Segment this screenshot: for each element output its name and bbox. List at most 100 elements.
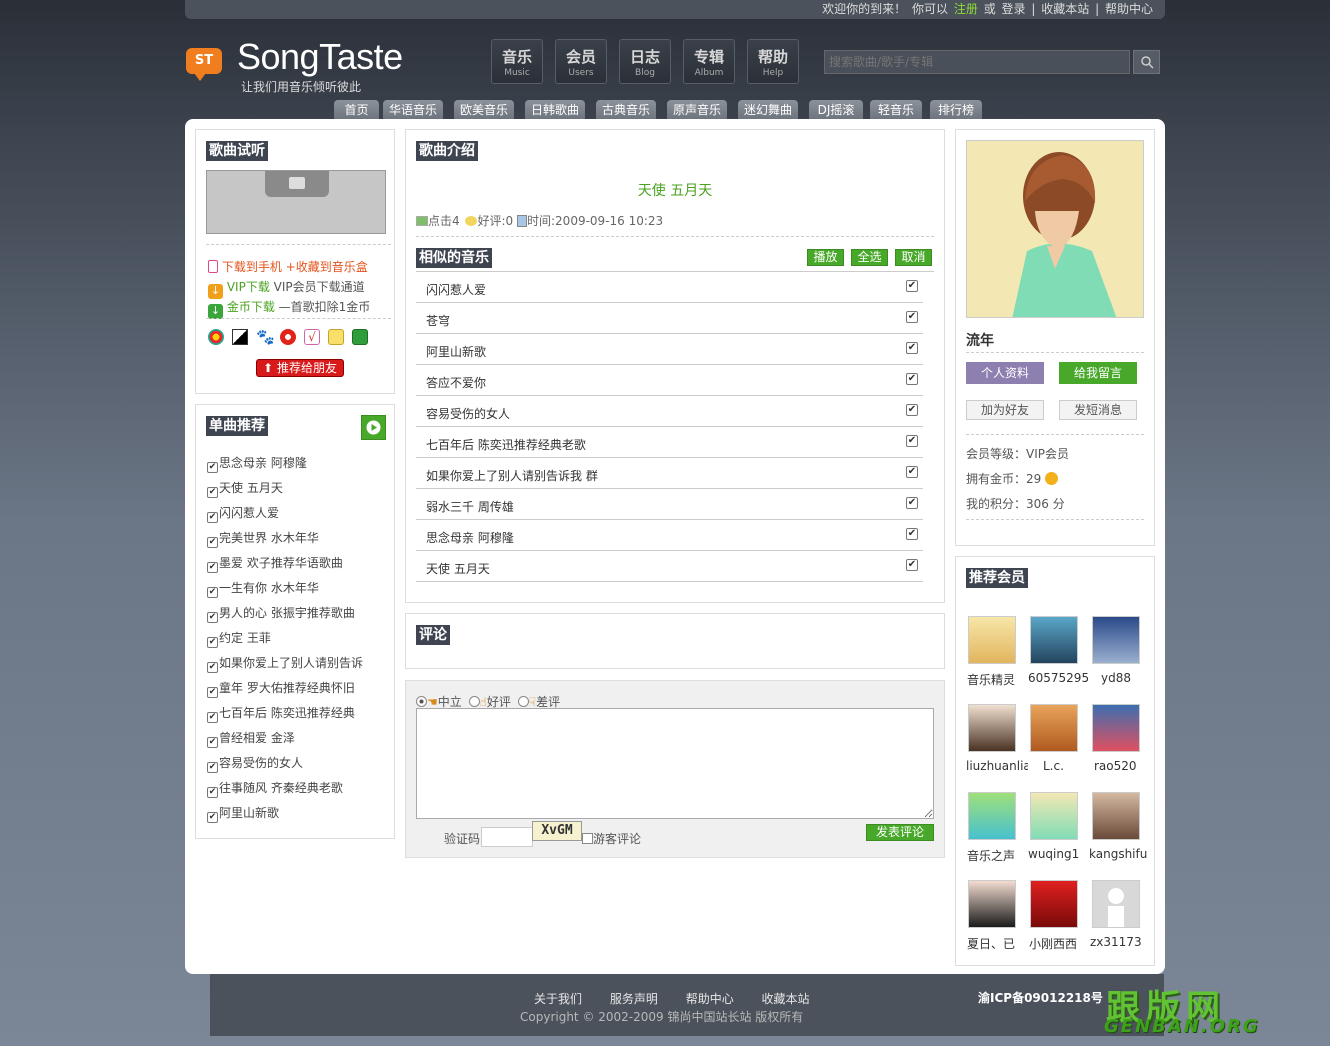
vip-download-link[interactable]: VIP下载 [227,280,270,294]
submit-comment-button[interactable]: 发表评论 [866,824,934,841]
member-name[interactable]: zx31173 [1090,935,1152,949]
similar-song-row[interactable]: 闪闪惹人爱 ✔ [416,272,923,303]
guest-option[interactable]: 游客评论 [582,830,641,847]
single-checkbox[interactable]: ✔ [207,687,218,698]
single-checkbox[interactable]: ✔ [207,662,218,673]
add-to-box-link[interactable]: +收藏到音乐盒 [286,260,368,274]
register-link[interactable]: 注册 [954,2,978,16]
nav-help-button[interactable]: 帮助 Help [747,39,799,84]
member-avatar[interactable] [968,616,1016,664]
logo-text[interactable]: SongTaste [237,36,403,78]
single-item[interactable]: ✔ 男人的心 张振宇推荐歌曲 [207,604,355,623]
similar-song-row[interactable]: 容易受伤的女人 ✔ [416,396,923,427]
leave-message-button[interactable]: 给我留言 [1059,362,1137,384]
member-avatar[interactable] [968,880,1016,928]
member-avatar[interactable] [1092,616,1140,664]
similar-song-checkbox[interactable]: ✔ [906,559,918,571]
single-checkbox[interactable]: ✔ [207,637,218,648]
single-checkbox[interactable]: ✔ [207,487,218,498]
channel-tab-trance[interactable]: 迷幻舞曲 [738,100,798,120]
member-avatar[interactable] [1030,704,1078,752]
cancel-button[interactable]: 取消 [895,249,932,266]
single-item[interactable]: ✔ 如果你爱上了别人请别告诉 [207,654,363,673]
similar-song-checkbox[interactable]: ✔ [906,435,918,447]
single-checkbox[interactable]: ✔ [207,612,218,623]
member-name[interactable]: 音乐精灵 [967,671,1029,688]
captcha-image[interactable]: XvGM [532,821,582,841]
similar-song-checkbox[interactable]: ✔ [906,497,918,509]
singles-play-button[interactable] [361,415,386,440]
similar-song-row[interactable]: 思念母亲 阿穆隆 ✔ [416,520,923,551]
share-delicious-icon[interactable] [232,329,248,345]
share-qzone-icon[interactable] [208,329,224,345]
single-checkbox[interactable]: ✔ [207,537,218,548]
similar-song-row[interactable]: 答应不爱你 ✔ [416,365,923,396]
channel-tab-home[interactable]: 首页 [334,100,379,120]
login-link[interactable]: 登录 [1002,2,1026,16]
member-name[interactable]: yd88 [1101,671,1163,685]
add-friend-button[interactable]: 加为好友 [966,400,1044,420]
footer-icp[interactable]: 渝ICP备09012218号 [978,989,1103,1006]
similar-song-checkbox[interactable]: ✔ [906,342,918,354]
similar-song-name[interactable]: 弱水三千 周传雄 [426,498,514,515]
footer-link-help[interactable]: 帮助中心 [686,992,734,1006]
similar-song-name[interactable]: 思念母亲 阿穆隆 [426,529,514,546]
similar-song-row[interactable]: 阿里山新歌 ✔ [416,334,923,365]
single-item[interactable]: ✔ 阿里山新歌 [207,804,279,823]
member-name[interactable]: 音乐之声 [967,847,1029,864]
member-name[interactable]: liuzhuanlia [966,759,1028,773]
member-avatar[interactable] [1030,616,1078,664]
single-item[interactable]: ✔ 曾经相爱 金泽 [207,729,295,748]
similar-song-name[interactable]: 如果你爱上了别人请别告诉我 群 [426,467,598,484]
single-item[interactable]: ✔ 容易受伤的女人 [207,754,303,773]
footer-link-about[interactable]: 关于我们 [534,992,582,1006]
select-all-button[interactable]: 全选 [851,249,888,266]
recommend-friend-button[interactable]: ⬆ 推荐给朋友 [256,359,344,377]
send-message-button[interactable]: 发短消息 [1059,400,1137,420]
similar-song-name[interactable]: 答应不爱你 [426,374,486,391]
profile-name[interactable]: 流年 [966,330,994,350]
similar-song-name[interactable]: 天使 五月天 [426,560,490,577]
similar-song-row[interactable]: 如果你爱上了别人请别告诉我 群 ✔ [416,458,923,489]
share-weibo-icon[interactable] [280,329,296,345]
profile-info-button[interactable]: 个人资料 [966,362,1044,384]
search-button[interactable] [1133,50,1160,74]
nav-album-button[interactable]: 专辑 Album [683,39,735,84]
member-avatar[interactable] [1092,704,1140,752]
member-name[interactable]: rao520 [1094,759,1156,773]
single-checkbox[interactable]: ✔ [207,512,218,523]
play-button[interactable]: 播放 [807,249,844,266]
help-link[interactable]: 帮助中心 [1105,2,1153,16]
single-checkbox[interactable]: ✔ [207,787,218,798]
channel-tab-chart[interactable]: 排行榜 [930,100,982,120]
search-input[interactable] [824,50,1130,74]
similar-song-name[interactable]: 七百年后 陈奕迅推荐经典老歌 [426,436,586,453]
single-item[interactable]: ✔ 约定 王菲 [207,629,271,648]
similar-song-checkbox[interactable]: ✔ [906,311,918,323]
channel-tab-soundtrack[interactable]: 原声音乐 [667,100,727,120]
footer-link-terms[interactable]: 服务声明 [610,992,658,1006]
single-checkbox[interactable]: ✔ [207,562,218,573]
similar-song-row[interactable]: 苍穹 ✔ [416,303,923,334]
single-item[interactable]: ✔ 天使 五月天 [207,479,283,498]
single-checkbox[interactable]: ✔ [207,712,218,723]
share-kaixin-icon[interactable]: √ [304,329,320,345]
share-douban-icon[interactable] [328,329,344,345]
logo-badge-icon[interactable]: ST [186,48,222,81]
similar-song-name[interactable]: 容易受伤的女人 [426,405,510,422]
guest-checkbox[interactable] [582,833,593,844]
member-avatar[interactable] [968,704,1016,752]
single-item[interactable]: ✔ 往事随风 齐秦经典老歌 [207,779,343,798]
single-item[interactable]: ✔ 闪闪惹人爱 [207,504,279,523]
similar-song-checkbox[interactable]: ✔ [906,528,918,540]
single-checkbox[interactable]: ✔ [207,762,218,773]
member-avatar[interactable] [1092,792,1140,840]
similar-song-row[interactable]: 七百年后 陈奕迅推荐经典老歌 ✔ [416,427,923,458]
radio-neutral[interactable] [416,696,427,707]
single-checkbox[interactable]: ✔ [207,812,218,823]
single-item[interactable]: ✔ 思念母亲 阿穆隆 [207,454,307,473]
member-name[interactable]: 小刚西西 [1029,935,1091,952]
bookmark-link[interactable]: 收藏本站 [1041,2,1089,16]
member-avatar[interactable] [968,792,1016,840]
member-avatar[interactable] [1030,792,1078,840]
